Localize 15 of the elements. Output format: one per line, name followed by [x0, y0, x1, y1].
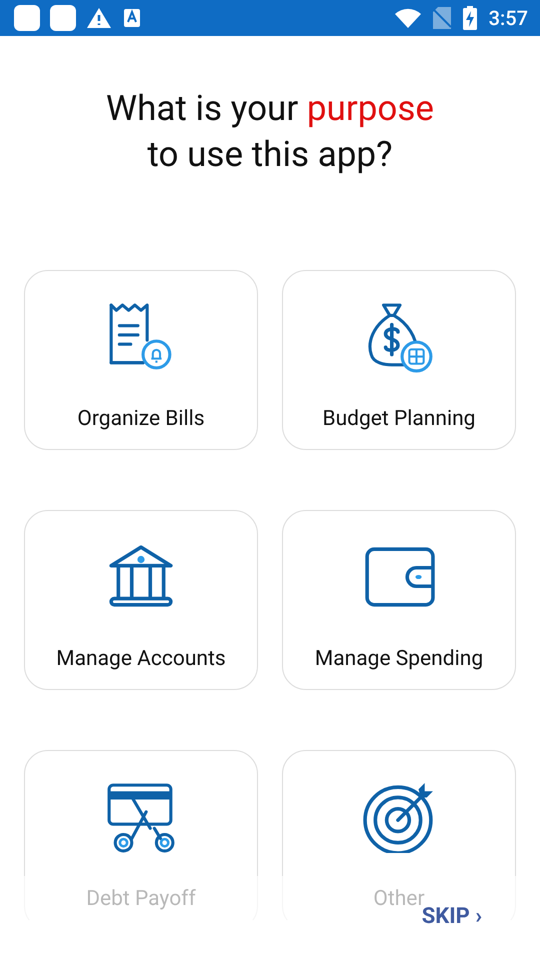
clock: 3:57: [488, 6, 528, 30]
app-icon: [50, 5, 76, 31]
target-icon: [363, 781, 435, 853]
wifi-icon: [394, 8, 421, 28]
option-card[interactable]: Organize Bills: [24, 270, 258, 450]
option-card[interactable]: Manage Accounts: [24, 510, 258, 690]
battery-icon: [462, 6, 477, 30]
card-scissors-icon: [105, 781, 177, 853]
app-icon: [14, 5, 40, 31]
page-title: What is your purpose to use this app?: [105, 87, 435, 177]
no-sim-icon: [432, 7, 451, 29]
option-card[interactable]: Manage Spending: [282, 510, 516, 690]
warning-icon: [86, 7, 112, 29]
keyboard-icon: [124, 9, 140, 27]
option-card[interactable]: Budget Planning: [282, 270, 516, 450]
